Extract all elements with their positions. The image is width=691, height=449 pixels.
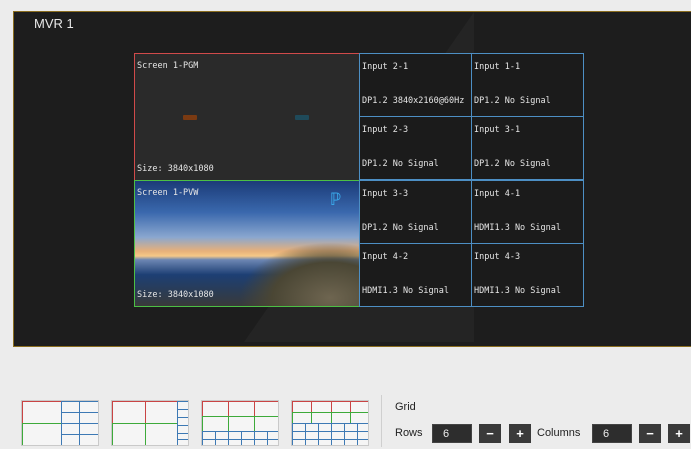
pvw-tile[interactable]: ℙ Screen 1-PVW Size: 3840x1080 (134, 180, 360, 307)
input-status: DP1.2 No Signal (474, 96, 551, 106)
input-status: DP1.2 No Signal (362, 223, 439, 233)
pvw-size: Size: 3840x1080 (137, 290, 214, 300)
layout-cell (202, 416, 229, 432)
input-status: DP1.2 No Signal (362, 159, 439, 169)
layout-cell (228, 416, 255, 432)
layout-cell (177, 439, 188, 445)
input-tile[interactable]: Input 4-3 HDMI1.3 No Signal (471, 243, 584, 307)
layout-cell (254, 416, 278, 432)
input-name: Input 4-3 (474, 252, 521, 262)
layout-cell (344, 439, 358, 445)
layout-cell (112, 401, 146, 424)
columns-input[interactable]: 6 (592, 424, 632, 443)
layout-preset-4[interactable] (291, 400, 369, 446)
input-tile[interactable]: Input 4-1 HDMI1.3 No Signal (471, 180, 584, 244)
layout-cell (241, 439, 255, 445)
layout-cell (22, 401, 62, 424)
input-name: Input 4-2 (362, 252, 409, 262)
input-name: Input 4-1 (474, 189, 521, 199)
input-tile[interactable]: Input 2-1 DP1.2 3840x2160@60Hz (359, 53, 472, 117)
layout-cell (145, 401, 178, 424)
input-name: Input 3-1 (474, 125, 521, 135)
input-name: Input 1-1 (474, 62, 521, 72)
section-divider (381, 395, 382, 447)
layout-cell (318, 439, 332, 445)
layout-cell (112, 423, 146, 445)
input-name: Input 3-3 (362, 189, 409, 199)
columns-increment-button[interactable]: + (668, 424, 690, 443)
layout-cell (228, 439, 242, 445)
input-status: HDMI1.3 No Signal (362, 286, 449, 296)
input-tile[interactable]: Input 2-3 DP1.2 No Signal (359, 116, 472, 180)
input-status: DP1.2 3840x2160@60Hz (362, 96, 465, 106)
layout-cell (331, 439, 345, 445)
layout-cell (267, 439, 278, 445)
pgm-name: Screen 1-PGM (137, 61, 199, 71)
layout-cell (254, 439, 268, 445)
input-status: DP1.2 No Signal (474, 159, 551, 169)
input-status: HDMI1.3 No Signal (474, 286, 561, 296)
layout-preset-1[interactable] (21, 400, 99, 446)
layout-preset-3[interactable] (201, 400, 279, 446)
rows-increment-button[interactable]: + (509, 424, 531, 443)
input-tile[interactable]: Input 4-2 HDMI1.3 No Signal (359, 243, 472, 307)
input-name: Input 2-3 (362, 125, 409, 135)
pvw-name: Screen 1-PVW (137, 188, 199, 198)
layout-cell (79, 434, 98, 445)
layout-cell (22, 423, 62, 445)
rows-label: Rows (395, 427, 423, 439)
layout-cell (145, 423, 178, 445)
brand-logo-icon: ℙ (330, 190, 341, 210)
input-status: HDMI1.3 No Signal (474, 223, 561, 233)
columns-decrement-button[interactable]: − (639, 424, 661, 443)
layout-cell (357, 439, 368, 445)
layout-cell (228, 401, 255, 417)
input-tile[interactable]: Input 1-1 DP1.2 No Signal (471, 53, 584, 117)
input-tile[interactable]: Input 3-1 DP1.2 No Signal (471, 116, 584, 180)
pgm-tile[interactable]: Screen 1-PGM Size: 3840x1080 (134, 53, 360, 181)
pvw-preview-hill (239, 242, 359, 306)
grid-label: Grid (395, 401, 416, 413)
layout-cell (202, 439, 216, 445)
input-name: Input 2-1 (362, 62, 409, 72)
layer-badge-1 (183, 115, 197, 120)
rows-input[interactable]: 6 (432, 424, 472, 443)
layer-badge-2 (295, 115, 309, 120)
layout-cell (254, 401, 278, 417)
rows-decrement-button[interactable]: − (479, 424, 501, 443)
pgm-size: Size: 3840x1080 (137, 164, 214, 174)
mvr-title: MVR 1 (34, 16, 74, 31)
layout-cell (61, 434, 80, 445)
layout-preset-2[interactable] (111, 400, 189, 446)
layout-cell (305, 439, 319, 445)
layout-cell (215, 439, 229, 445)
mvr-panel: MVR 1 Screen 1-PGM Size: 3840x1080 ℙ Scr… (13, 11, 691, 347)
layout-controls: Grid Rows 6 − + Columns 6 − + (13, 389, 691, 449)
input-tile[interactable]: Input 3-3 DP1.2 No Signal (359, 180, 472, 244)
layout-cell (292, 439, 306, 445)
columns-label: Columns (537, 427, 581, 439)
layout-cell (202, 401, 229, 417)
